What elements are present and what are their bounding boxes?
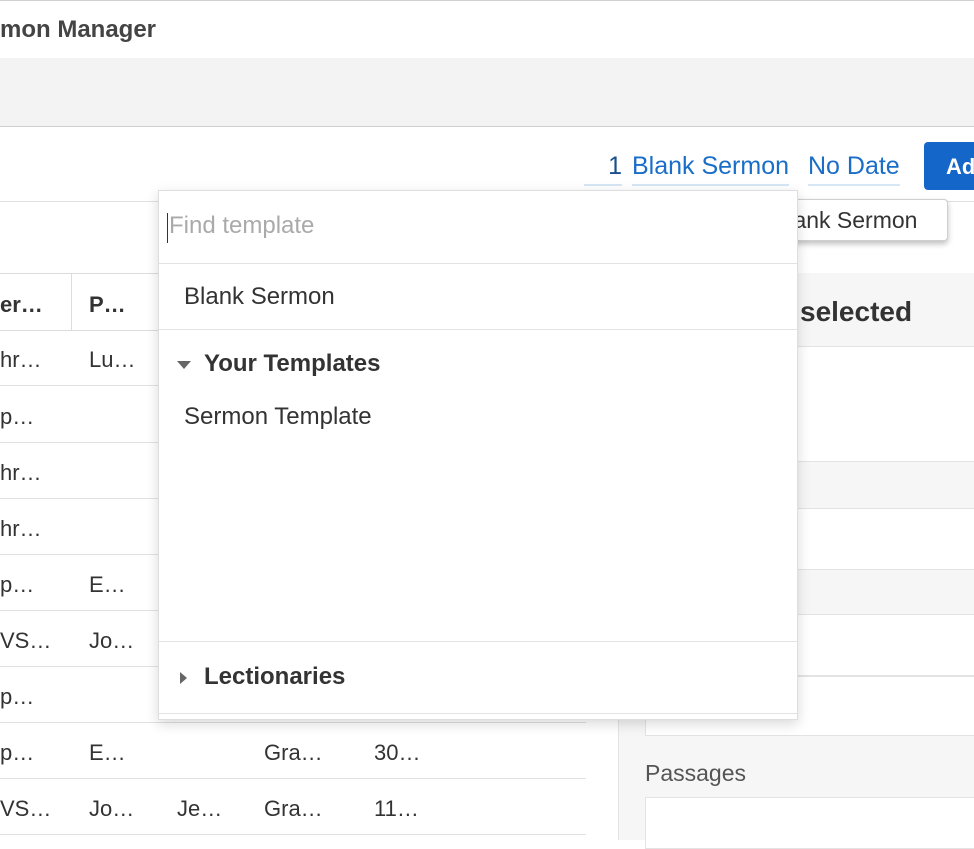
your-templates-group[interactable]: Your Templates [204, 350, 380, 378]
chevron-right-icon[interactable] [180, 672, 187, 684]
secondary-toolbar [0, 58, 974, 127]
table-cell: p… [0, 404, 35, 429]
app-title: mon Manager [0, 16, 157, 43]
template-link[interactable]: Blank Sermon [632, 148, 790, 186]
table-row[interactable]: p… E… Gra… 30… [0, 723, 586, 779]
table-cell: 11… [374, 796, 419, 821]
table-cell: p… [0, 684, 35, 709]
sermon-template-option[interactable]: Sermon Template [184, 403, 372, 431]
table-cell: Jo… [89, 628, 135, 653]
details-title: selected [800, 296, 913, 327]
table-cell: VS… [0, 796, 52, 821]
date-link[interactable]: No Date [808, 148, 900, 186]
table-cell: VS… [0, 628, 52, 653]
template-search-input[interactable] [167, 207, 771, 245]
template-dropdown: Blank Sermon Your Templates Sermon Templ… [158, 190, 798, 720]
passages-label: Passages [645, 760, 747, 786]
table-cell: Gra… [264, 740, 323, 765]
table-cell: hr… [0, 460, 42, 485]
table-cell: Gra… [264, 796, 323, 821]
column-header[interactable]: P… [89, 292, 126, 318]
blank-sermon-option[interactable]: Blank Sermon [184, 283, 335, 311]
table-cell: p… [0, 740, 35, 765]
table-cell: Lu… [89, 347, 136, 372]
table-cell: E… [89, 740, 126, 765]
table-cell: p… [0, 572, 35, 597]
table-cell: hr… [0, 347, 42, 372]
column-divider[interactable] [71, 274, 72, 330]
divider [159, 713, 797, 714]
table-row[interactable]: VS… Jo… Je… Gra… 11… [0, 779, 586, 835]
table-cell: E… [89, 572, 126, 597]
table-cell: Jo… [89, 796, 135, 821]
table-cell: 30… [374, 740, 421, 765]
table-cell: hr… [0, 516, 42, 541]
app-titlebar: mon Manager [0, 0, 974, 58]
sermon-count[interactable]: 1 [584, 148, 622, 186]
passages-field[interactable] [645, 797, 974, 849]
column-header[interactable]: er… [0, 292, 43, 318]
lectionaries-group[interactable]: Lectionaries [204, 663, 345, 691]
template-search-box [159, 191, 797, 264]
divider [159, 329, 797, 330]
table-cell: Je… [177, 796, 223, 821]
divider [159, 641, 797, 642]
add-button[interactable]: Ad [924, 142, 974, 190]
chevron-down-icon[interactable] [177, 361, 191, 369]
